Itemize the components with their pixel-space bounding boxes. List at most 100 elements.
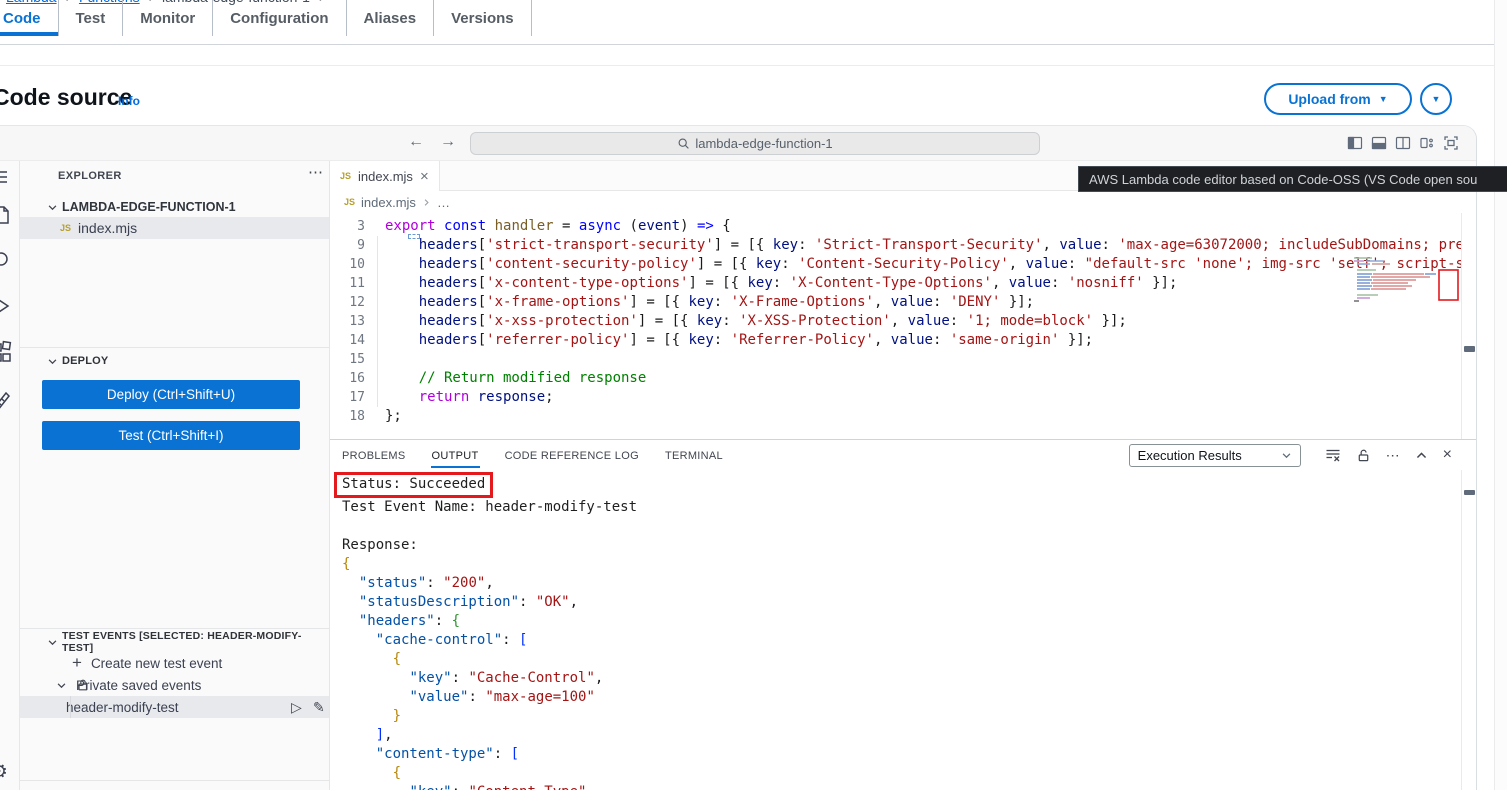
editor-breadcrumb[interactable]: JS index.mjs …: [330, 191, 1477, 213]
panel-tab-output[interactable]: OUTPUT: [431, 443, 480, 468]
forward-icon[interactable]: →: [440, 133, 456, 151]
indent-guide: [377, 236, 378, 407]
scrollbar-handle[interactable]: [1464, 490, 1475, 495]
extensions-icon[interactable]: [0, 340, 12, 366]
code-line-15: 15: [330, 350, 1477, 369]
execution-results-select[interactable]: Execution Results: [1129, 444, 1301, 467]
code-line-17: 17 return response;: [330, 388, 1477, 407]
tab-index-mjs[interactable]: JS index.mjs ×: [330, 161, 440, 191]
deploy-section-header[interactable]: DEPLOY: [20, 350, 329, 372]
caret-down-icon: ▼: [1432, 95, 1441, 104]
tab-test[interactable]: Test: [59, 0, 124, 36]
output-line: "key": "Content-Type",: [342, 783, 1459, 790]
file-row-index-mjs[interactable]: JS index.mjs: [20, 217, 329, 239]
actions-menu-button[interactable]: ▼: [1420, 83, 1452, 115]
menu-icon[interactable]: [0, 167, 10, 187]
line-number: 13: [330, 312, 370, 331]
editor-scrollbar[interactable]: [1461, 213, 1477, 439]
breadcrumb-more: …: [437, 195, 450, 210]
chevron-down-icon: [47, 356, 58, 367]
page-scrollbar[interactable]: [1494, 0, 1507, 790]
more-actions-icon[interactable]: ⋯: [1386, 448, 1400, 462]
test-button[interactable]: Test (Ctrl+Shift+I): [42, 421, 300, 450]
close-icon[interactable]: ×: [420, 168, 429, 185]
search-icon[interactable]: [0, 249, 12, 273]
environment-variables-section-header[interactable]: ENVIRONMENT VARIABLES: [20, 784, 329, 790]
maximize-panel-icon[interactable]: [1415, 449, 1428, 462]
code-line-16: 16 // Return modified response: [330, 369, 1477, 388]
line-number: 10: [330, 255, 370, 274]
scrollbar-handle[interactable]: [1464, 346, 1475, 352]
toggle-sidebar-icon[interactable]: [1347, 135, 1363, 151]
line-number: 15: [330, 350, 370, 369]
run-test-event-icon[interactable]: ▷: [291, 699, 302, 716]
output-console[interactable]: Status: SucceededTest Event Name: header…: [330, 470, 1477, 790]
js-file-icon: JS: [344, 197, 355, 207]
lambda-console-page: Lambda›Functions›lambda-edge-function-1›…: [0, 0, 1507, 790]
run-debug-icon[interactable]: [0, 294, 12, 318]
output-scrollbar[interactable]: [1461, 470, 1477, 790]
tab-code[interactable]: Code: [0, 0, 59, 36]
settings-gear-icon[interactable]: ⚙: [0, 759, 8, 784]
code-editor-area[interactable]: 3export const handler = async (event) =>…: [330, 213, 1477, 439]
output-line: {: [342, 650, 1459, 669]
code-line-11: 11 headers['x-content-type-options'] = […: [330, 274, 1477, 293]
line-number: 3: [330, 217, 370, 236]
upload-from-button[interactable]: Upload from ▼: [1264, 83, 1412, 115]
code-line-3: 3export const handler = async (event) =>…: [330, 217, 1477, 236]
tools-icon[interactable]: [0, 389, 12, 413]
minimap[interactable]: [1350, 255, 1462, 321]
toggle-panel-icon[interactable]: [1371, 135, 1387, 151]
deploy-button[interactable]: Deploy (Ctrl+Shift+U): [42, 380, 300, 409]
folded-region-badge[interactable]: [408, 234, 420, 239]
command-search-input[interactable]: lambda-edge-function-1: [470, 132, 1040, 155]
header-divider: [0, 65, 1507, 66]
function-tabs: CodeTestMonitorConfigurationAliasesVersi…: [0, 0, 532, 36]
create-test-event-row[interactable]: + Create new test event: [20, 652, 329, 674]
private-saved-events-row[interactable]: Private saved events: [20, 674, 329, 696]
tab-configuration[interactable]: Configuration: [213, 0, 346, 36]
panel-tab-problems[interactable]: PROBLEMS: [341, 443, 407, 468]
output-line: "key": "Cache-Control",: [342, 669, 1459, 688]
js-file-icon: JS: [60, 223, 71, 233]
customize-layout-icon[interactable]: [1419, 135, 1435, 151]
code-line-10: 10 headers['content-security-policy'] = …: [330, 255, 1477, 274]
test-event-row[interactable]: header-modify-test ▷ ✎: [20, 696, 329, 718]
tab-aliases[interactable]: Aliases: [347, 0, 435, 36]
files-icon[interactable]: [0, 203, 12, 227]
chevron-down-icon: [47, 637, 58, 648]
tab-monitor[interactable]: Monitor: [123, 0, 213, 36]
chevron-down-icon: [47, 202, 58, 213]
status-highlight-box: Status: Succeeded: [334, 472, 493, 498]
panel-tab-code-reference-log[interactable]: CODE REFERENCE LOG: [504, 443, 640, 468]
panel-tab-terminal[interactable]: TERMINAL: [664, 443, 724, 468]
output-line: }: [342, 707, 1459, 726]
unlock-icon[interactable]: [1356, 448, 1371, 463]
edit-test-event-icon[interactable]: ✎: [313, 699, 325, 716]
output-line: Response:: [342, 536, 1459, 555]
info-link[interactable]: Info: [118, 94, 140, 108]
editor-main: JS index.mjs × JS index.mjs …: [330, 161, 1477, 790]
line-number: 16: [330, 369, 370, 388]
split-editor-icon[interactable]: [1395, 135, 1411, 151]
back-icon[interactable]: ←: [408, 133, 424, 151]
search-icon: [677, 137, 690, 150]
section-divider: [20, 347, 329, 348]
editor-body: ⚙ EXPLORER ⋯ LAMBDA-EDGE-FUNCTION-1 JS i…: [0, 161, 1476, 790]
close-panel-icon[interactable]: ×: [1443, 447, 1452, 463]
clear-output-icon[interactable]: [1325, 447, 1341, 463]
output-line: Test Event Name: header-modify-test: [342, 498, 1459, 517]
output-line: [342, 517, 1459, 536]
fullscreen-icon[interactable]: [1443, 135, 1459, 151]
section-divider: [20, 628, 329, 629]
code-editor-card: ← → lambda-edge-function-1: [0, 125, 1477, 790]
folder-row[interactable]: LAMBDA-EDGE-FUNCTION-1: [20, 196, 329, 218]
output-line: {: [342, 764, 1459, 783]
tabs-divider: [0, 44, 1507, 45]
caret-down-icon: ▼: [1379, 95, 1388, 104]
test-events-section-header[interactable]: TEST EVENTS [SELECTED: HEADER-MODIFY-TES…: [20, 631, 329, 653]
explorer-more-icon[interactable]: ⋯: [308, 163, 323, 181]
js-file-icon: JS: [340, 171, 351, 181]
tab-versions[interactable]: Versions: [434, 0, 532, 36]
chevron-down-icon: [1281, 450, 1292, 461]
